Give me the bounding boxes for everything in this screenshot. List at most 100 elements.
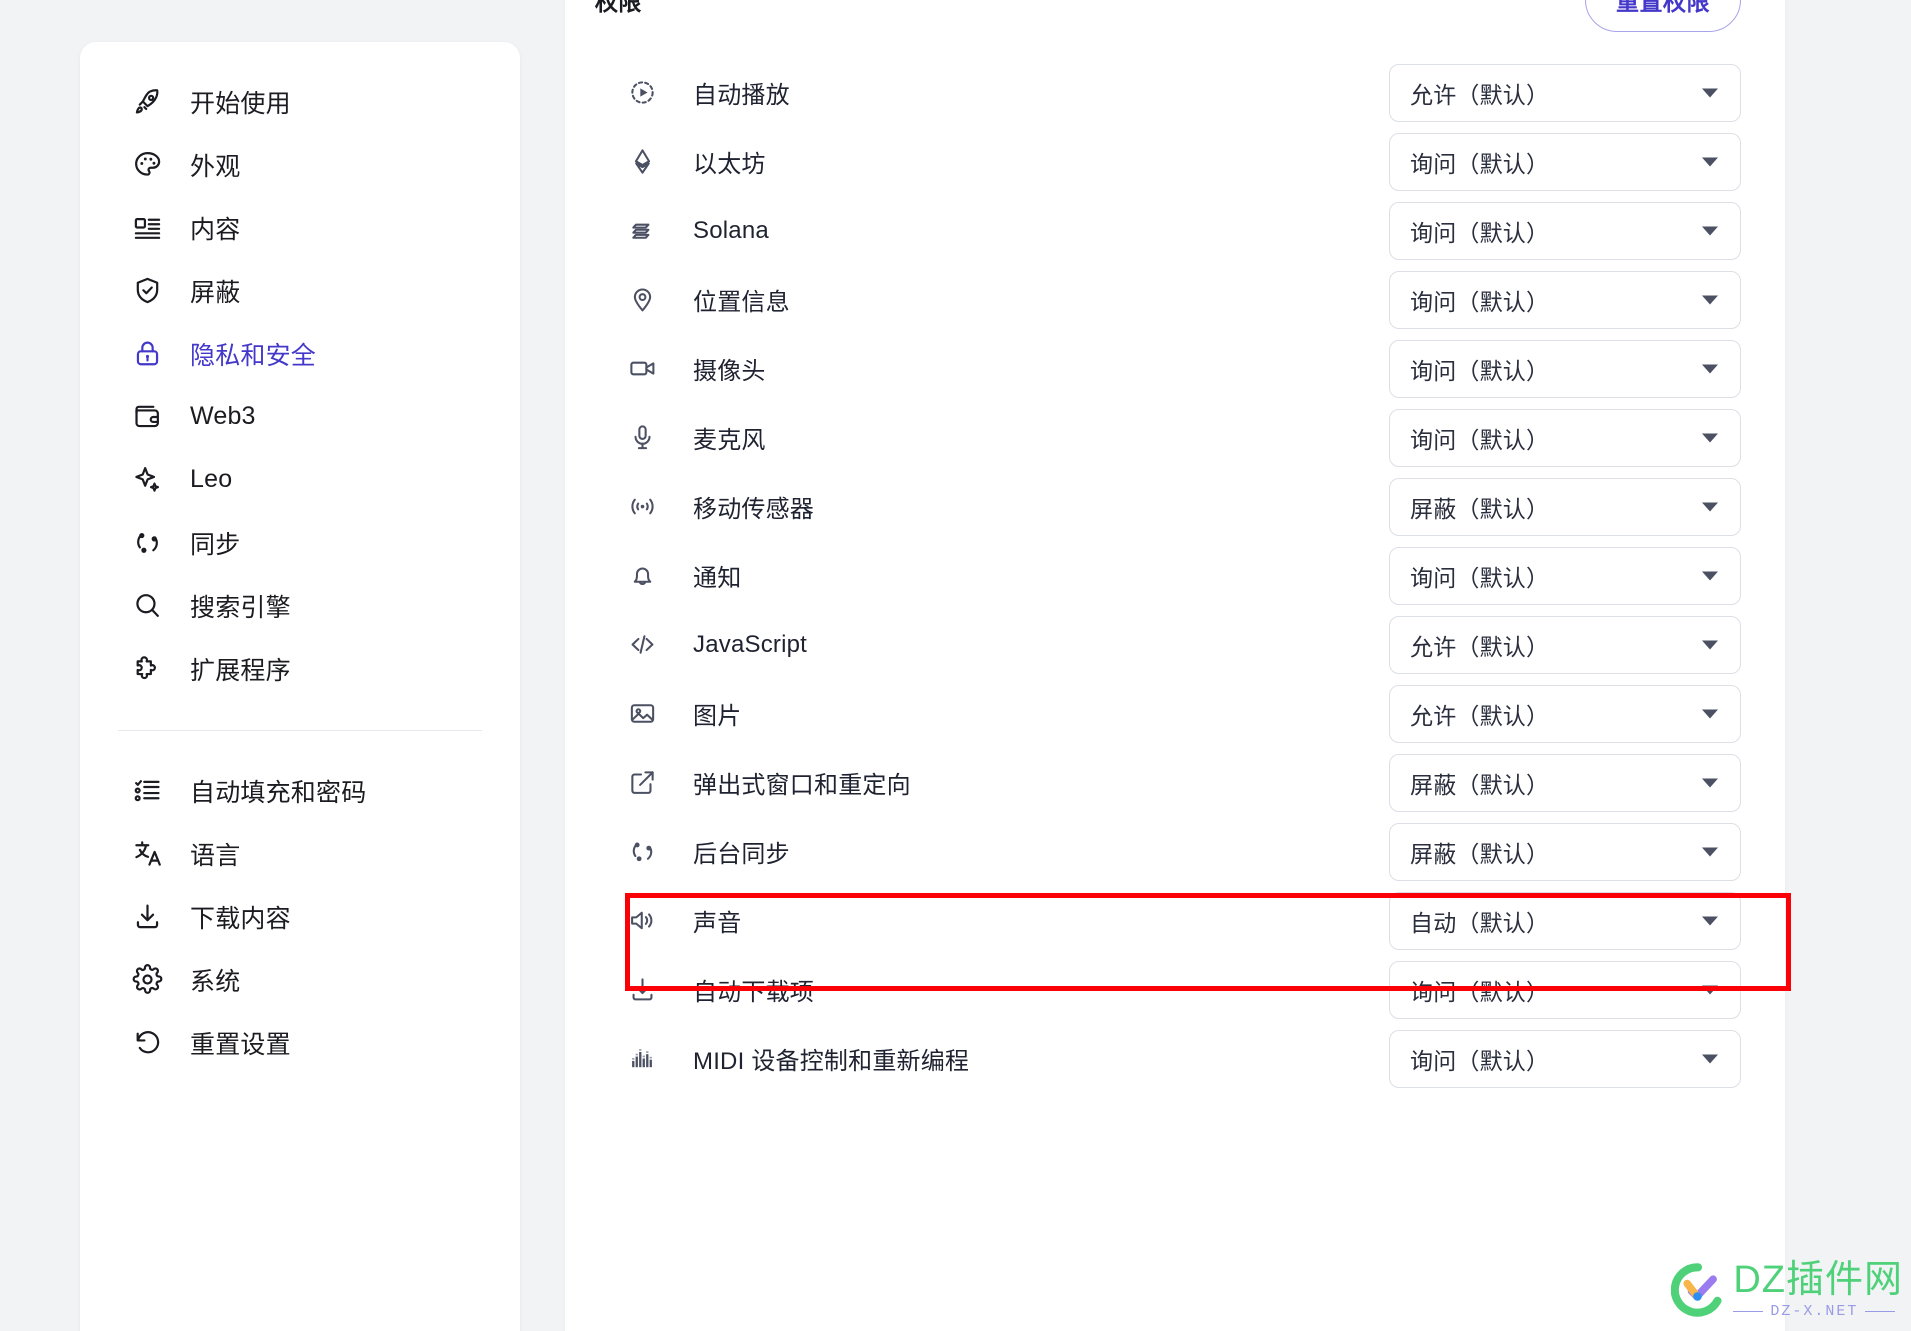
permission-select-value: 询问（默认） xyxy=(1410,219,1550,246)
sidebar-item-7[interactable]: 同步 xyxy=(80,511,520,574)
permission-select[interactable]: 询问（默认） xyxy=(1389,339,1741,398)
permission-row-label-group: 自动播放 xyxy=(625,75,1389,110)
permission-label: 弹出式窗口和重定向 xyxy=(693,772,911,799)
midi-equalizer-icon xyxy=(625,1042,659,1076)
puzzle-icon xyxy=(130,652,164,686)
sidebar-item-8[interactable]: 搜索引擎 xyxy=(80,574,520,637)
sidebar-item-3[interactable]: 屏蔽 xyxy=(80,259,520,322)
permission-row: 声音 自动（默认） xyxy=(595,886,1741,955)
permission-row-label-group: 摄像头 xyxy=(625,351,1389,386)
permission-select-value: 询问（默认） xyxy=(1410,978,1550,1005)
permission-select[interactable]: 允许（默认） xyxy=(1389,63,1741,122)
permission-select-value: 屏蔽（默认） xyxy=(1410,771,1550,798)
permission-label: 自动下载项 xyxy=(693,979,814,1006)
permission-select[interactable]: 询问（默认） xyxy=(1389,408,1741,467)
sidebar-item-1[interactable]: 外观 xyxy=(80,133,520,196)
permission-select-value: 询问（默认） xyxy=(1410,426,1550,453)
solana-icon xyxy=(625,214,659,248)
permission-row: 摄像头 询问（默认） xyxy=(595,334,1741,403)
sidebar-item-label: Web3 xyxy=(190,402,256,430)
location-pin-icon xyxy=(625,283,659,317)
permission-row: 通知 询问（默认） xyxy=(595,541,1741,610)
page-title: 权限 xyxy=(595,0,642,15)
permission-select[interactable]: 屏蔽（默认） xyxy=(1389,477,1741,536)
sidebar-item-2[interactable]: 下载内容 xyxy=(80,885,520,948)
microphone-icon xyxy=(625,421,659,455)
sidebar-item-6[interactable]: Leo xyxy=(80,448,520,511)
sync-icon xyxy=(130,526,164,560)
permission-row: 移动传感器 屏蔽（默认） xyxy=(595,472,1741,541)
chevron-down-icon xyxy=(1702,433,1718,442)
settings-page: 开始使用 外观 内容 屏蔽 隐私和安全 Web3 Leo 同步搜索引擎扩展程序 自动填充和密码… xyxy=(0,0,1911,1331)
chevron-down-icon xyxy=(1702,157,1718,166)
permission-row-label-group: 声音 xyxy=(625,903,1389,938)
sidebar-item-label: 同步 xyxy=(190,530,241,559)
chevron-down-icon xyxy=(1702,226,1718,235)
chevron-down-icon xyxy=(1702,502,1718,511)
sidebar-divider xyxy=(118,730,482,731)
permission-select[interactable]: 询问（默认） xyxy=(1389,201,1741,260)
permission-select-value: 允许（默认） xyxy=(1410,633,1550,660)
autoplay-icon xyxy=(625,76,659,110)
permission-select[interactable]: 询问（默认） xyxy=(1389,546,1741,605)
permission-row-label-group: 通知 xyxy=(625,558,1389,593)
sidebar-item-4[interactable]: 隐私和安全 xyxy=(80,322,520,385)
panel-header: 权限 重置权限 xyxy=(565,0,1785,58)
permission-label: 移动传感器 xyxy=(693,496,814,523)
permission-row-label-group: 以太坊 xyxy=(625,144,1389,179)
permission-row-label-group: MIDI 设备控制和重新编程 xyxy=(625,1041,1389,1076)
permission-select[interactable]: 允许（默认） xyxy=(1389,615,1741,674)
permission-row: 自动播放 允许（默认） xyxy=(595,58,1741,127)
permission-select[interactable]: 询问（默认） xyxy=(1389,1029,1741,1088)
watermark-rule-right xyxy=(1865,1311,1896,1312)
permission-row-label-group: 位置信息 xyxy=(625,282,1389,317)
permission-row-label-group: 麦克风 xyxy=(625,420,1389,455)
sidebar-item-4[interactable]: 重置设置 xyxy=(80,1011,520,1074)
reset-arrow-icon xyxy=(130,1026,164,1060)
permission-select[interactable]: 自动（默认） xyxy=(1389,891,1741,950)
permission-select-value: 允许（默认） xyxy=(1410,702,1550,729)
chevron-down-icon xyxy=(1702,847,1718,856)
sidebar-item-5[interactable]: Web3 xyxy=(80,385,520,448)
permission-label: JavaScript xyxy=(693,630,808,658)
sidebar-item-1[interactable]: 语言 xyxy=(80,822,520,885)
shield-check-icon xyxy=(130,274,164,308)
sidebar-item-9[interactable]: 扩展程序 xyxy=(80,637,520,700)
settings-sidebar: 开始使用 外观 内容 屏蔽 隐私和安全 Web3 Leo 同步搜索引擎扩展程序 自动填充和密码… xyxy=(80,42,520,1331)
permission-select[interactable]: 屏蔽（默认） xyxy=(1389,822,1741,881)
sparkle-icon xyxy=(130,463,164,497)
sidebar-item-label: 搜索引擎 xyxy=(190,593,291,622)
external-link-icon xyxy=(625,766,659,800)
permission-select[interactable]: 询问（默认） xyxy=(1389,270,1741,329)
permissions-list: 自动播放 允许（默认） 以太坊 询问（默认） Solana 询问（默认） 位置信息 询问（默认… xyxy=(565,58,1785,1093)
permissions-panel: 权限 重置权限 自动播放 允许（默认） 以太坊 询问（默认） Solana 询问（默认）位… xyxy=(565,0,1785,1331)
ethereum-icon xyxy=(625,145,659,179)
chevron-down-icon xyxy=(1702,364,1718,373)
permission-row: JavaScript 允许（默认） xyxy=(595,610,1741,679)
reset-permissions-button[interactable]: 重置权限 xyxy=(1585,0,1741,32)
sidebar-item-3[interactable]: 系统 xyxy=(80,948,520,1011)
permission-select[interactable]: 允许（默认） xyxy=(1389,684,1741,743)
speaker-icon xyxy=(625,904,659,938)
chevron-down-icon xyxy=(1702,985,1718,994)
motion-sensor-icon xyxy=(625,490,659,524)
wallet-icon xyxy=(130,400,164,434)
permission-label: 位置信息 xyxy=(693,289,790,316)
sidebar-item-0[interactable]: 开始使用 xyxy=(80,70,520,133)
sidebar-item-2[interactable]: 内容 xyxy=(80,196,520,259)
palette-icon xyxy=(130,148,164,182)
sidebar-item-label: 语言 xyxy=(190,841,241,870)
camera-icon xyxy=(625,352,659,386)
sidebar-item-label: 扩展程序 xyxy=(190,656,291,685)
permission-select[interactable]: 屏蔽（默认） xyxy=(1389,753,1741,812)
permission-row-label-group: Solana xyxy=(625,214,1389,248)
permission-select[interactable]: 询问（默认） xyxy=(1389,132,1741,191)
permission-row: 麦克风 询问（默认） xyxy=(595,403,1741,472)
checklist-icon xyxy=(130,774,164,808)
permission-label: 后台同步 xyxy=(693,841,790,868)
permission-select-value: 屏蔽（默认） xyxy=(1410,840,1550,867)
permission-select[interactable]: 询问（默认） xyxy=(1389,960,1741,1019)
chevron-down-icon xyxy=(1702,295,1718,304)
permission-select-value: 自动（默认） xyxy=(1410,909,1550,936)
sidebar-item-0[interactable]: 自动填充和密码 xyxy=(80,759,520,822)
